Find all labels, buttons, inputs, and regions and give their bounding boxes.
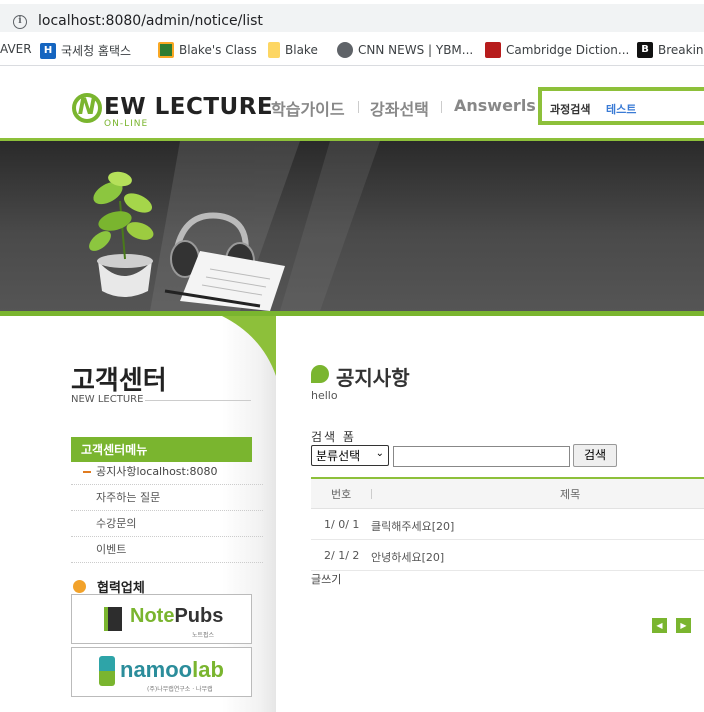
bookmark-label: CNN NEWS | YBM... bbox=[358, 43, 474, 57]
notepubs-logo-text: NotePubs bbox=[130, 605, 223, 628]
sidebar-title: 고객센터 bbox=[71, 366, 167, 396]
table-header: 번호 제목 bbox=[311, 479, 704, 509]
notepubs-name-b: Pubs bbox=[174, 605, 224, 627]
shield-icon bbox=[485, 42, 501, 58]
speech-bubble-icon bbox=[311, 365, 329, 383]
namoolab-logo-text: namoolab bbox=[120, 657, 224, 683]
notepubs-name-a: Note bbox=[130, 605, 175, 627]
url-text[interactable]: localhost:8080/admin/notice/list bbox=[38, 13, 263, 29]
notepubs-subtext: 노트펍스 bbox=[192, 632, 215, 639]
partner-namoolab[interactable]: namoolab (주)나무랩연구소 · 나무랩 bbox=[71, 647, 252, 697]
info-icon[interactable]: i bbox=[13, 15, 27, 29]
table-row[interactable]: 2/ 1/ 2 안녕하세요[20] bbox=[311, 540, 704, 571]
sidebar-item-label: 공지사항localhost:8080 bbox=[96, 465, 218, 478]
bookmark-hometax[interactable]: H 국세청 홈택스 bbox=[40, 42, 131, 59]
sidebar-subtitle-line bbox=[145, 400, 251, 401]
hero-banner bbox=[0, 141, 704, 311]
pager-prev-button[interactable]: ◀ bbox=[652, 618, 667, 633]
namoolab-name-b: lab bbox=[192, 657, 224, 682]
chevron-down-icon: ⌄ bbox=[375, 448, 384, 459]
sidebar-item-notice[interactable]: 공지사항localhost:8080 bbox=[71, 459, 263, 485]
hometax-icon: H bbox=[40, 42, 56, 59]
page-title: 공지사항 bbox=[336, 366, 410, 390]
category-select[interactable]: 분류선택 ⌄ bbox=[311, 445, 389, 466]
page-curl-icon bbox=[222, 316, 276, 376]
logo-subtext: ON-LINE bbox=[104, 119, 149, 129]
bookmark-blake[interactable]: Blake bbox=[268, 42, 318, 58]
bookmarks-bar: AVER H 국세청 홈택스 Blake's Class Blake CNN N… bbox=[0, 36, 704, 66]
sidebar-item-label: 자주하는 질문 bbox=[96, 491, 161, 504]
bookmark-label: Breaking bbox=[658, 43, 704, 57]
active-dash-icon bbox=[83, 471, 91, 473]
column-header-title: 제목 bbox=[560, 488, 581, 501]
course-search-input[interactable]: 테스트 bbox=[606, 101, 636, 117]
column-header-number: 번호 bbox=[331, 488, 352, 501]
logo-mark[interactable]: N bbox=[72, 93, 102, 123]
row-number: 2/ 1/ 2 bbox=[324, 549, 360, 562]
pager-next-button[interactable]: ▶ bbox=[676, 618, 691, 633]
course-search-box[interactable]: 과정검색 테스트 bbox=[538, 87, 704, 125]
sidebar-item-label: 수강문의 bbox=[96, 517, 137, 530]
sidebar-item-inquiry[interactable]: 수강문의 bbox=[71, 511, 263, 537]
write-post-link[interactable]: 글쓰기 bbox=[311, 571, 341, 587]
keyword-search-input[interactable] bbox=[393, 446, 570, 467]
category-select-value: 분류선택 bbox=[316, 449, 361, 463]
row-number: 1/ 0/ 1 bbox=[324, 518, 360, 531]
sidebar-item-event[interactable]: 이벤트 bbox=[71, 537, 263, 563]
course-search-label: 과정검색 bbox=[550, 103, 591, 116]
sidebar-item-label: 이벤트 bbox=[96, 543, 127, 556]
folder-icon bbox=[268, 42, 280, 58]
page-subtitle: hello bbox=[311, 389, 338, 402]
logo-text[interactable]: EW LECTURE bbox=[104, 94, 273, 120]
bookmark-breaking[interactable]: B Breaking bbox=[637, 42, 704, 58]
partners-dot-icon bbox=[73, 580, 86, 593]
bookmark-label: Blake bbox=[285, 43, 318, 57]
bookmark-cnn-news[interactable]: CNN NEWS | YBM... bbox=[337, 42, 473, 58]
bookmark-naver[interactable]: AVER bbox=[0, 42, 32, 56]
bookmark-blakes-class[interactable]: Blake's Class bbox=[158, 42, 257, 58]
classroom-icon bbox=[158, 42, 174, 58]
nav-study-guide[interactable]: 학습가이드 bbox=[271, 96, 345, 120]
bookmark-cambridge[interactable]: Cambridge Diction... bbox=[485, 42, 629, 58]
nav-course-select[interactable]: 강좌선택 bbox=[370, 96, 429, 120]
row-title-link[interactable]: 안녕하세요[20] bbox=[371, 549, 444, 565]
row-title-link[interactable]: 클릭해주세요[20] bbox=[371, 518, 454, 534]
potted-plant-icon bbox=[89, 171, 154, 297]
search-button[interactable]: 검색 bbox=[573, 444, 617, 467]
sidebar-subtitle: NEW LECTURE bbox=[71, 394, 144, 405]
bookmark-label: Cambridge Diction... bbox=[506, 43, 630, 57]
namoolab-subtext: (주)나무랩연구소 · 나무랩 bbox=[147, 686, 213, 693]
globe-icon bbox=[337, 42, 353, 58]
column-divider bbox=[371, 489, 372, 499]
notepubs-logo-icon bbox=[104, 607, 122, 631]
search-form-label: 검색 폼 bbox=[311, 430, 356, 444]
url-field[interactable]: i localhost:8080/admin/notice/list bbox=[0, 4, 704, 32]
nav-answers[interactable]: Answerls bbox=[454, 96, 536, 115]
table-row[interactable]: 1/ 0/ 1 클릭해주세요[20] bbox=[311, 509, 704, 540]
browser-address-bar: i localhost:8080/admin/notice/list bbox=[0, 0, 704, 36]
sidebar-item-faq[interactable]: 자주하는 질문 bbox=[71, 485, 263, 511]
bookmark-label: 국세청 홈택스 bbox=[61, 44, 132, 58]
nav-divider bbox=[441, 101, 442, 113]
bookmark-label: Blake's Class bbox=[179, 43, 257, 57]
banner-illustration bbox=[89, 141, 380, 311]
breaking-b-icon: B bbox=[637, 42, 653, 58]
bookmark-label: AVER bbox=[0, 42, 32, 56]
nav-divider bbox=[358, 101, 359, 113]
namoolab-logo-icon bbox=[99, 656, 115, 686]
namoolab-name-a: namoo bbox=[120, 657, 193, 682]
partner-notepubs[interactable]: NotePubs 노트펍스 bbox=[71, 594, 252, 644]
